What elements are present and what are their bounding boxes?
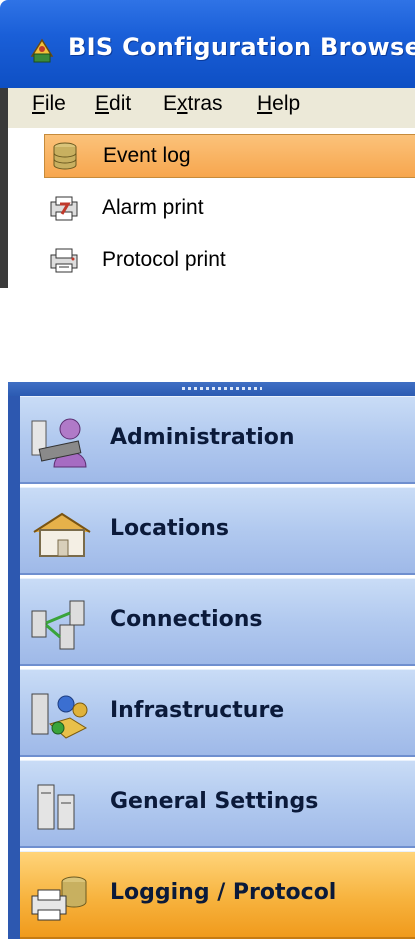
nav-administration[interactable]: Administration: [20, 396, 415, 484]
list-item-label: Alarm print: [102, 196, 204, 219]
list-item-protocol-print[interactable]: Protocol print: [44, 238, 415, 282]
administration-icon: [31, 418, 87, 468]
window-title: BIS Configuration Browse: [68, 33, 415, 61]
panel-splitter[interactable]: [8, 382, 415, 396]
nav-edge: [8, 396, 20, 939]
connections-icon: [31, 600, 85, 650]
infrastructure-icon: [31, 693, 88, 739]
nav-label: Connections: [110, 607, 263, 632]
menu-edit[interactable]: Edit: [95, 92, 131, 116]
settings-icon: [37, 784, 75, 830]
menu-help[interactable]: Help: [257, 92, 300, 116]
protocol-printer-icon: [50, 248, 78, 273]
list-item-event-log[interactable]: Event log: [44, 134, 415, 178]
nav-label: General Settings: [110, 789, 319, 814]
database-icon: [53, 142, 77, 170]
nav-locations[interactable]: Locations: [20, 487, 415, 575]
list-item-alarm-print[interactable]: Alarm print: [44, 186, 415, 230]
menu-bar: File Edit Extras Help: [8, 88, 415, 129]
app-icon: [30, 38, 54, 63]
menu-extras[interactable]: Extras: [163, 92, 223, 116]
nav-connections[interactable]: Connections: [20, 578, 415, 666]
list-item-label: Protocol print: [102, 248, 226, 271]
nav-label: Infrastructure: [110, 698, 285, 723]
window-edge: [0, 88, 8, 288]
alarm-printer-icon: [50, 196, 78, 221]
menu-file[interactable]: File: [32, 92, 66, 116]
list-item-label: Event log: [103, 144, 191, 167]
splitter-grip: [182, 387, 262, 390]
nav-general-settings[interactable]: General Settings: [20, 760, 415, 848]
item-list: Event log Alarm print Protocol print: [8, 128, 415, 382]
nav-label: Locations: [110, 516, 229, 541]
nav-label: Logging / Protocol: [110, 880, 337, 905]
logging-icon: [31, 876, 87, 921]
nav-infrastructure[interactable]: Infrastructure: [20, 669, 415, 757]
nav-logging-protocol[interactable]: Logging / Protocol: [20, 851, 415, 939]
nav-label: Administration: [110, 425, 295, 450]
title-bar[interactable]: BIS Configuration Browse: [0, 0, 415, 88]
house-icon: [33, 512, 91, 557]
